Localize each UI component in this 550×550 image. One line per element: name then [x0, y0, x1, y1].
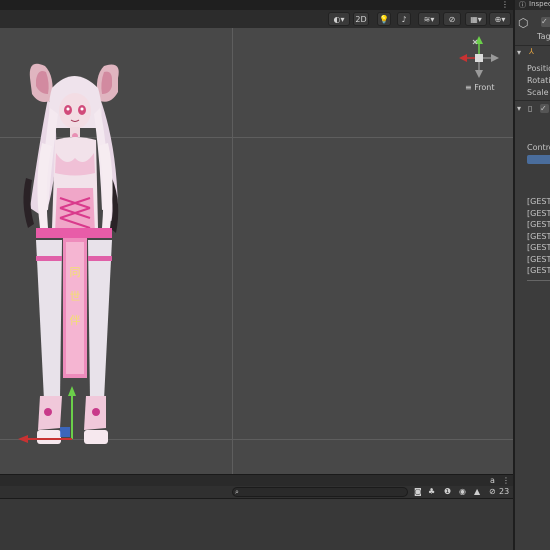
- draw-mode-dropdown[interactable]: ◐▾: [328, 12, 350, 26]
- search-icon: ⌕: [235, 488, 239, 496]
- grid-dropdown[interactable]: ▦▾: [465, 12, 487, 26]
- orientation-gizmo[interactable]: [453, 34, 505, 84]
- shading-mode-icon: ◐▾: [333, 15, 345, 24]
- position-label: Position: [527, 64, 550, 73]
- view-orientation-label[interactable]: ≡ Front: [465, 83, 494, 92]
- message-count-icon[interactable]: ⊘: [489, 487, 496, 497]
- foldout-arrow-icon[interactable]: ▾: [517, 48, 521, 57]
- gizmos-dropdown[interactable]: ⊕▾: [489, 12, 511, 26]
- gesture-item[interactable]: [GEST(: [527, 255, 550, 264]
- controller-label: Control: [527, 143, 550, 152]
- info-icon[interactable]: ◉: [459, 487, 466, 497]
- error-pause-icon[interactable]: ❶: [444, 487, 451, 497]
- log-filter-icon[interactable]: ◙: [414, 487, 422, 497]
- transform-icon: ⅄: [529, 47, 534, 56]
- window-top-bar: ⋮: [0, 0, 550, 10]
- gesture-item[interactable]: [GEST(: [527, 209, 550, 218]
- warning-icon[interactable]: ▲: [474, 487, 480, 497]
- collapse-icon[interactable]: ♣: [428, 487, 435, 497]
- divider: [527, 280, 550, 281]
- more-options-icon[interactable]: ⋮: [502, 476, 510, 486]
- scene-view-toolbar: ◐▾ 2D 💡 ♪ ≋▾ ⊘ ▦▾ ⊕▾: [0, 10, 513, 29]
- gesture-item[interactable]: [GEST(: [527, 220, 550, 229]
- effects-dropdown[interactable]: ≋▾: [418, 12, 440, 26]
- console-search-input[interactable]: ⌕: [232, 487, 408, 497]
- lock-icon[interactable]: a: [490, 476, 495, 486]
- active-checkbox[interactable]: ✓: [541, 17, 550, 27]
- gesture-item[interactable]: [GEST(: [527, 243, 550, 252]
- toggle-2d-button[interactable]: 2D: [353, 12, 369, 26]
- gizmos-icon: ⊕▾: [494, 15, 506, 24]
- inspector-panel: ⓘ Inspect ⬡ ✓ Tag ▾ ⅄ Position Rotatio S…: [513, 0, 550, 550]
- inspector-tab[interactable]: Inspect: [529, 0, 550, 8]
- gesture-item[interactable]: [GEST(: [527, 232, 550, 241]
- grid-icon: ▦▾: [470, 15, 482, 24]
- gesture-item[interactable]: [GEST(: [527, 266, 550, 275]
- scene-viewport[interactable]: 同 世 伴 ≡ Front: [0, 28, 513, 474]
- info-icon: ⓘ: [519, 1, 526, 9]
- menu-lines-icon: ≡: [465, 83, 475, 92]
- divider: [515, 100, 550, 101]
- eye-slash-icon: ⊘: [448, 15, 456, 24]
- lightbulb-icon: 💡: [379, 15, 389, 24]
- foldout-arrow-icon[interactable]: ▾: [517, 104, 521, 113]
- effects-icon: ≋▾: [423, 15, 435, 24]
- message-count: 23: [499, 487, 510, 496]
- script-icon: ▯: [528, 104, 533, 113]
- inspector-tab-bar: ⓘ Inspect: [515, 0, 550, 10]
- console-toolbar: ⌕ ◙ ♣ ❶ ◉ ▲ ⊘ 23: [0, 486, 513, 499]
- console-log-area[interactable]: [0, 499, 513, 550]
- move-tool-gizmo[interactable]: [0, 28, 513, 474]
- component-checkbox[interactable]: ✓: [540, 104, 549, 113]
- controller-selection[interactable]: [527, 155, 550, 164]
- gesture-item[interactable]: [GEST(: [527, 197, 550, 206]
- audio-toggle-button[interactable]: ♪: [397, 12, 411, 26]
- rotation-label: Rotatio: [527, 76, 550, 85]
- cube-icon: ⬡: [518, 16, 529, 30]
- speaker-icon: ♪: [401, 15, 407, 24]
- lighting-toggle-button[interactable]: 💡: [377, 12, 391, 26]
- scale-label: Scale: [527, 88, 549, 97]
- more-options-icon[interactable]: ⋮: [501, 0, 509, 10]
- scene-visibility-button[interactable]: ⊘: [443, 12, 461, 26]
- divider: [515, 45, 550, 46]
- tag-label: Tag: [537, 32, 550, 41]
